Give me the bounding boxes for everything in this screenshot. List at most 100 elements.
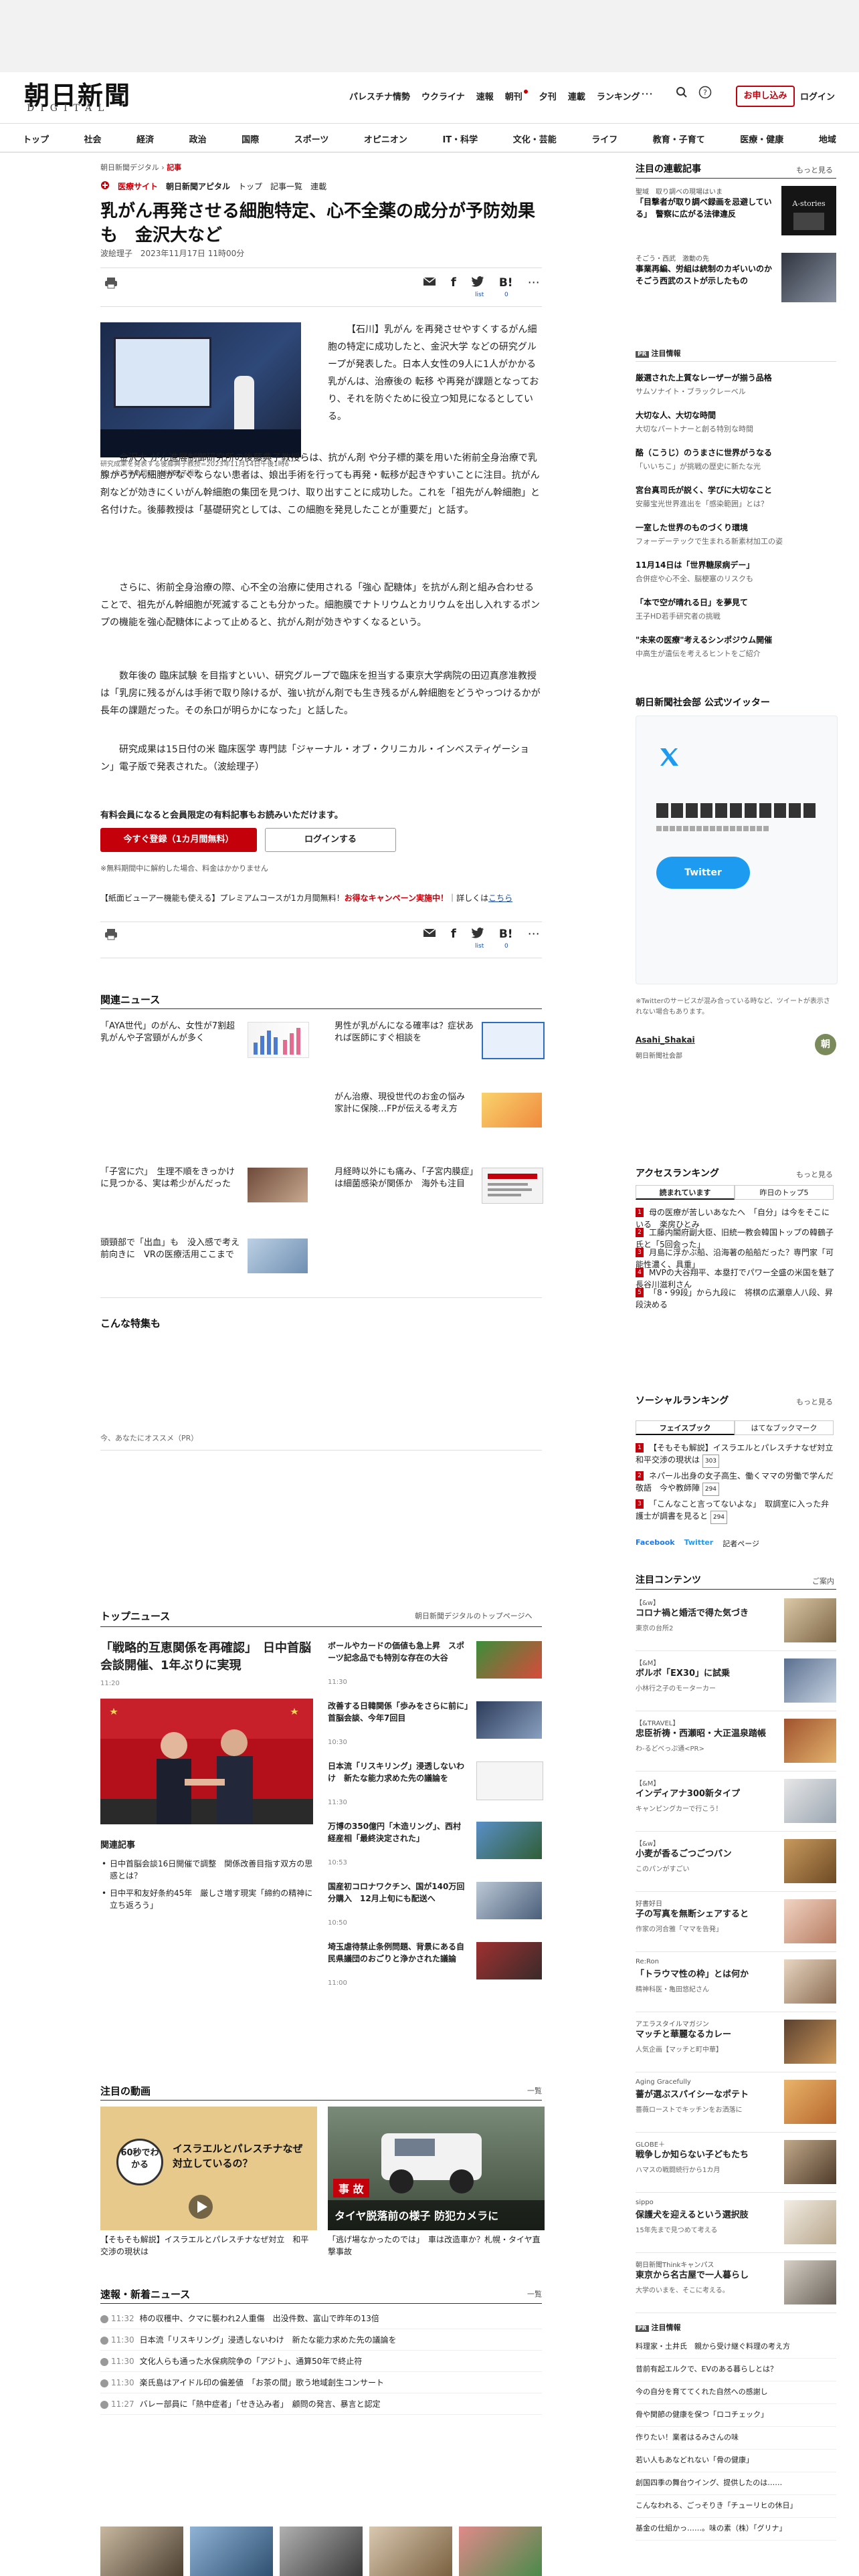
contents-more[interactable]: ご案内 <box>812 1576 834 1586</box>
content-title[interactable]: 保護犬を迎えるという選択肢 <box>636 2210 777 2222</box>
pr-title[interactable]: 大切な人、大切な時間 <box>636 409 836 421</box>
content-title[interactable]: マッチと華麗なるカレー <box>636 2029 777 2041</box>
pr-title[interactable]: "未来の医療"考えるシンポジウム開催 <box>636 634 836 645</box>
top-news-item-title[interactable]: 万博の350億円「木造リング」、西村経産相「最終決定された」 <box>328 1820 468 1844</box>
twitter-avatar[interactable]: 朝 <box>815 1034 836 1055</box>
topnav-item[interactable]: ウクライナ <box>421 90 465 102</box>
content-title[interactable]: ボルボ「EX30」に試乗 <box>636 1668 777 1680</box>
topic-row[interactable]: 作りたい！業者はるみさんの味 <box>636 2426 836 2450</box>
top-news-item-title[interactable]: 日本流「リスキリング」浸透しないわけ 新たな能力求めた先の議論を <box>328 1760 468 1784</box>
content-item[interactable]: Re:Ron 「トラウマ性の枠」とは何か 精神科医・亀田悠紀さん <box>636 1955 836 2012</box>
featured-series-item[interactable]: そごう・西武 激動の先 事業再編、労組は統制のカギいいのか そごう西武のストが示… <box>636 253 836 310</box>
category-sports[interactable]: スポーツ <box>294 132 329 145</box>
login-button[interactable]: ログインする <box>265 828 396 852</box>
content-title[interactable]: 東京から名古屋で一人暮らし <box>636 2270 777 2282</box>
ranking-row[interactable]: 5 「8・99段」から九段に 将棋の広瀬章人八段、昇段決める <box>636 1287 836 1311</box>
category-economy[interactable]: 経済 <box>136 132 154 145</box>
breaking-more-link[interactable]: 一覧 <box>527 2288 542 2299</box>
twitter-icon[interactable] <box>471 276 484 290</box>
pr-item[interactable]: 宮台真司氏が説く、学びに大切なこと 安藤宝光世界進出を「感染範囲」とは？ <box>636 484 836 509</box>
facebook-link[interactable]: Facebook <box>636 1538 675 1549</box>
social-ranking-title[interactable]: 「こんなこと言ってないよな」 取調室に入った弁護士が調書を見ると <box>636 1499 829 1521</box>
category-education[interactable]: 教育・子育て <box>653 132 705 145</box>
bottom-thumbnail[interactable] <box>459 2527 542 2576</box>
related-news-title[interactable]: 月経時以外にも痛み、「子宮内膜症」は細菌感染が関係か 海外も注目 <box>335 1166 475 1190</box>
topnav-item[interactable]: 速報 <box>476 90 494 102</box>
pr-title[interactable]: 「本で空が晴れる日」を夢見て <box>636 597 836 608</box>
content-item[interactable]: アエラスタイルマガジン マッチと華麗なるカレー 人気企画【マッチと町中華】 <box>636 2016 836 2072</box>
topic-row[interactable]: 基金の仕組かっ……。味の素（株）「グリナ」 <box>636 2517 836 2541</box>
related-news-title[interactable]: 頭頸部で「出血」も 没入感で考え前向きに VRの医療活用ここまで <box>100 1237 241 1261</box>
related-news-title[interactable]: がん治療、現役世代のお金の悩み 家計に保険…FPが伝える考え方 <box>335 1091 475 1115</box>
top-news-related-title[interactable]: 日中首脳会談16日開催で調整 関係改善目指す双方の思惑とは？ <box>110 1859 312 1881</box>
bottom-thumbnail[interactable] <box>100 2527 183 2576</box>
topnav-item[interactable]: ランキング <box>597 90 640 102</box>
social-ranking-row[interactable]: 3 「こんなこと言ってないよな」 取調室に入った弁護士が調書を見ると 294 <box>636 1498 836 1524</box>
top-news-item-title[interactable]: 国産初コロナワクチン、国が140万回分購入 12月上旬にも配送へ <box>328 1881 468 1905</box>
topnav-item[interactable]: 夕刊 <box>539 90 557 102</box>
featured-series-title[interactable]: 事業再編、労組は統制のカギいいのか そごう西武のストが示したもの <box>636 263 780 287</box>
medical-link-series[interactable]: 連載 <box>310 181 326 192</box>
category-top[interactable]: トップ <box>23 132 49 145</box>
breaking-row[interactable]: 11:30 楽氏島はアイドル印の偏差値 「お茶の間」歌う地域創生コンサート <box>100 2373 542 2393</box>
content-title[interactable]: 小麦が香るごつごつパン <box>636 1848 777 1860</box>
content-item[interactable]: 朝日新聞Thinkキャンパス 東京から名古屋で一人暮らし 大学のいまを、そこに考える… <box>636 2256 836 2313</box>
social-ranking-more[interactable]: もっと見る <box>796 1396 833 1407</box>
breaking-title[interactable]: 日本流「リスキリング」浸透しないわけ 新たな能力求めた先の議論を <box>140 2335 397 2345</box>
tab-most-read[interactable]: 読まれています <box>636 1185 735 1200</box>
breaking-row[interactable]: 11:32 柿の収穫中、クマに襲われ2人重傷 出没件数、富山で昨年の13倍 <box>100 2309 542 2329</box>
pr-item[interactable]: 厳選された上質なレーザーが揃う品格 サムソナイト・ブラックレーベル <box>636 372 836 397</box>
pr-title[interactable]: 厳選された上質なレーザーが揃う品格 <box>636 372 836 383</box>
video-title[interactable]: 「逃げ場なかったのでは」 車は改造車か？札幌・タイヤ直撃事故 <box>328 2234 542 2258</box>
content-item[interactable]: Aging Gracefully 薔が選ぶスパイシーなポテト 薔薇ローストでキッチン… <box>636 2076 836 2133</box>
category-life[interactable]: ライフ <box>591 132 617 145</box>
topnav-item[interactable]: 連載 <box>568 90 585 102</box>
top-news-main-photo[interactable] <box>100 1699 313 1824</box>
related-news-item[interactable]: 月経時以外にも痛み、「子宮内膜症」は細菌感染が関係か 海外も注目 <box>335 1166 543 1204</box>
twitter-link[interactable]: Twitter <box>684 1538 714 1549</box>
pr-item[interactable]: 一室した世界のものづくり環境 フォーデーテックで生まれる新素材加工の姿 <box>636 522 836 546</box>
content-title[interactable]: 戦争しか知らない子どもたち <box>636 2149 777 2161</box>
category-culture[interactable]: 文化・芸能 <box>513 132 557 145</box>
video-title[interactable]: 【そもそも解説】イスラエルとパレスチナなぜ対立 和平交渉の現状は <box>100 2234 314 2258</box>
content-title[interactable]: コロナ禍と婚活で得た気づき <box>636 1608 777 1620</box>
author[interactable]: 波絵理子 <box>100 249 132 258</box>
content-item[interactable]: 好書好日 子の写真を無断シェアすると 作家の河合雅「ママを告発」 <box>636 1895 836 1952</box>
topic-row[interactable]: 今の自分を育ててくれた自然への感謝し <box>636 2381 836 2404</box>
topnav-item[interactable]: パレスチナ情勢 <box>349 90 410 102</box>
access-ranking-more[interactable]: もっと見る <box>796 1169 833 1180</box>
pr-item[interactable]: 「本で空が晴れる日」を夢見て 王子HD若手研究者の挑戦 <box>636 597 836 621</box>
facebook-icon[interactable]: f <box>451 276 456 290</box>
breaking-title[interactable]: 柿の収穫中、クマに襲われ2人重傷 出没件数、富山で昨年の13倍 <box>140 2314 379 2323</box>
related-news-title[interactable]: 「AYA世代」のがん、女性が7割超 乳がんや子宮頸がんが多く <box>100 1021 244 1045</box>
medical-link-list[interactable]: 記事一覧 <box>270 181 302 192</box>
social-ranking-row[interactable]: 1 【そもそも解説】イスラエルとパレスチナなぜ対立 和平交渉の現状は 303 <box>636 1442 841 1468</box>
content-item[interactable]: GLOBE＋ 戦争しか知らない子どもたち ハマスの戦闘続行から1カ月 <box>636 2136 836 2193</box>
featured-series-more[interactable]: もっと見る <box>796 165 833 175</box>
topic-row[interactable]: 骨や関節の健康を保つ「ロコチェック」 <box>636 2403 836 2427</box>
social-ranking-title[interactable]: ネパール出身の女子高生、働くママの労働で学んだ敬語 今や教師陣 <box>636 1471 834 1493</box>
more-menu-icon[interactable]: ⋯ <box>641 87 653 101</box>
play-icon[interactable] <box>187 2193 214 2223</box>
pr-title[interactable]: 宮台真司氏が説く、学びに大切なこと <box>636 484 836 496</box>
search-icon[interactable] <box>676 86 688 101</box>
topic-row[interactable]: こんなわれる、ごっそりき「チューリヒの休日」 <box>636 2494 836 2518</box>
topic-row[interactable]: 料理家・土井氏 親から受け継ぐ料理の考え方 <box>636 2335 836 2359</box>
print-icon[interactable] <box>104 928 118 943</box>
twitter-icon[interactable] <box>471 927 484 941</box>
related-news-item[interactable]: 頭頸部で「出血」も 没入感で考え前向きに VRの医療活用ここまで <box>100 1237 308 1275</box>
top-news-item-title[interactable]: ボールやカードの価値も急上昇 スポーツ記念品でも特別な存在の大谷 <box>328 1640 468 1664</box>
top-news-item-title[interactable]: 改善する日韓関係「歩みをさらに前に」 首脳会談、今年7回目 <box>328 1700 476 1724</box>
topnav-item[interactable]: 朝刊 <box>505 90 528 102</box>
facebook-icon[interactable]: f <box>451 927 456 941</box>
category-international[interactable]: 国際 <box>242 132 259 145</box>
top-news-related-title[interactable]: 日中平和友好条約45年 厳しさ増す現実「締約の精神に立ち返ろう」 <box>110 1889 312 1910</box>
category-it-science[interactable]: IT・科学 <box>442 132 478 145</box>
subscribe-button[interactable]: お申し込み <box>736 86 795 107</box>
login-link[interactable]: ログイン <box>800 90 835 102</box>
social-ranking-row[interactable]: 2 ネパール出身の女子高生、働くママの労働で学んだ敬語 今や教師陣 294 <box>636 1470 836 1496</box>
category-region[interactable]: 地域 <box>819 132 836 145</box>
pr-item[interactable]: 11月14日は「世界糖尿病デー」 合併症や心不全、脳梗塞のリスクも <box>636 559 836 584</box>
top-news-more-link[interactable]: 朝日新聞デジタルのトップページへ <box>415 1610 533 1621</box>
content-item[interactable]: 【&TRAVEL】 忠臣祈祷・西瀬昭・大正温泉踏帳 わ-るどべっぷ通<PR> <box>636 1715 836 1772</box>
